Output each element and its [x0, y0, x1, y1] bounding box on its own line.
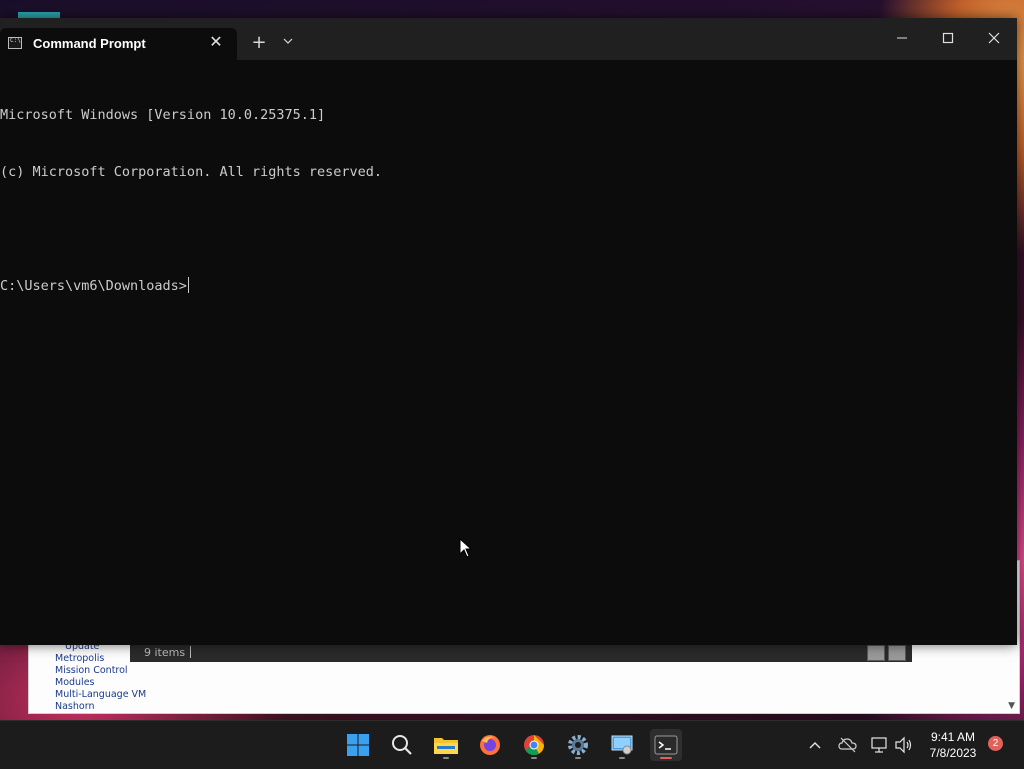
- running-indicator: [575, 757, 581, 759]
- network-icon: [871, 737, 887, 753]
- cloud-off-icon: [838, 737, 857, 753]
- prompt-line[interactable]: C:\Users\vm6\Downloads>: [0, 277, 1017, 296]
- mouse-pointer-icon: [459, 538, 473, 558]
- console-line: Microsoft Windows [Version 10.0.25375.1]: [0, 107, 326, 123]
- start-button[interactable]: [342, 729, 374, 761]
- maximize-button[interactable]: [925, 18, 971, 58]
- clock-time: 9:41 AM: [930, 730, 976, 744]
- chevron-down-icon: [283, 38, 293, 44]
- console-line: (c) Microsoft Corporation. All rights re…: [0, 164, 383, 180]
- view-toggle-group: [867, 645, 906, 661]
- clock-date: 7/8/2023: [929, 746, 977, 760]
- close-window-button[interactable]: [971, 18, 1017, 58]
- tab-command-prompt[interactable]: Command Prompt ✕: [0, 28, 237, 60]
- firefox-button[interactable]: [474, 729, 506, 761]
- control-panel-button[interactable]: [606, 729, 638, 761]
- taskbar: 9:41 AM 7/8/2023: [0, 720, 1024, 769]
- text-cursor: [187, 277, 189, 293]
- onedrive-button[interactable]: [838, 736, 858, 754]
- chevron-up-icon: [809, 742, 821, 749]
- close-tab-button[interactable]: ✕: [206, 32, 226, 52]
- nav-item-multi-language-vm[interactable]: Multi-Language VM: [55, 689, 146, 701]
- speaker-icon: [895, 736, 912, 754]
- tab-title: Command Prompt: [33, 36, 146, 51]
- close-icon: [988, 32, 1000, 44]
- nav-item-nashorn[interactable]: Nashorn: [55, 701, 146, 713]
- new-tab-button[interactable]: +: [248, 32, 270, 54]
- running-indicator: [531, 757, 537, 759]
- large-icons-view-icon[interactable]: [888, 645, 906, 661]
- notification-badge[interactable]: 2: [988, 736, 1003, 751]
- tab-dropdown-button[interactable]: [278, 32, 298, 54]
- title-bar[interactable]: Command Prompt ✕ +: [0, 18, 1017, 60]
- gear-icon: [568, 735, 588, 755]
- minimize-icon: [897, 37, 907, 39]
- explorer-status-bar: 9 items: [130, 642, 912, 662]
- search-icon: [392, 735, 412, 755]
- running-indicator: [443, 757, 449, 759]
- terminal-window[interactable]: Command Prompt ✕ + Microsoft Wind: [0, 18, 1017, 645]
- maximize-icon: [942, 32, 954, 44]
- chrome-button[interactable]: [518, 729, 550, 761]
- terminal-button[interactable]: [650, 729, 682, 761]
- details-view-icon[interactable]: [867, 645, 885, 661]
- volume-button[interactable]: [894, 736, 914, 754]
- status-separator: [190, 646, 191, 658]
- console-output[interactable]: Microsoft Windows [Version 10.0.25375.1]…: [0, 68, 1017, 334]
- item-count: 9 items: [144, 646, 186, 659]
- network-button[interactable]: [870, 736, 890, 754]
- windows-logo-icon: [347, 734, 369, 756]
- running-indicator: [619, 757, 625, 759]
- chrome-icon: [524, 735, 545, 756]
- folder-icon: [434, 738, 458, 754]
- scroll-down-icon[interactable]: ▼: [1008, 701, 1015, 711]
- settings-button[interactable]: [562, 729, 594, 761]
- show-hidden-icons-button[interactable]: [806, 737, 824, 755]
- nav-item-modules[interactable]: Modules: [55, 677, 146, 689]
- control-panel-icon: [611, 735, 633, 755]
- minimize-button[interactable]: [879, 18, 925, 58]
- file-explorer-button[interactable]: [430, 729, 462, 761]
- firefox-icon: [480, 735, 500, 755]
- clock-button[interactable]: 9:41 AM 7/8/2023: [920, 729, 986, 761]
- search-button[interactable]: [386, 729, 418, 761]
- prompt-text: C:\Users\vm6\Downloads>: [0, 278, 187, 294]
- command-prompt-icon: [8, 37, 22, 49]
- nav-item-mission-control[interactable]: Mission Control: [55, 665, 146, 677]
- terminal-icon: [654, 735, 678, 755]
- active-indicator: [660, 757, 672, 759]
